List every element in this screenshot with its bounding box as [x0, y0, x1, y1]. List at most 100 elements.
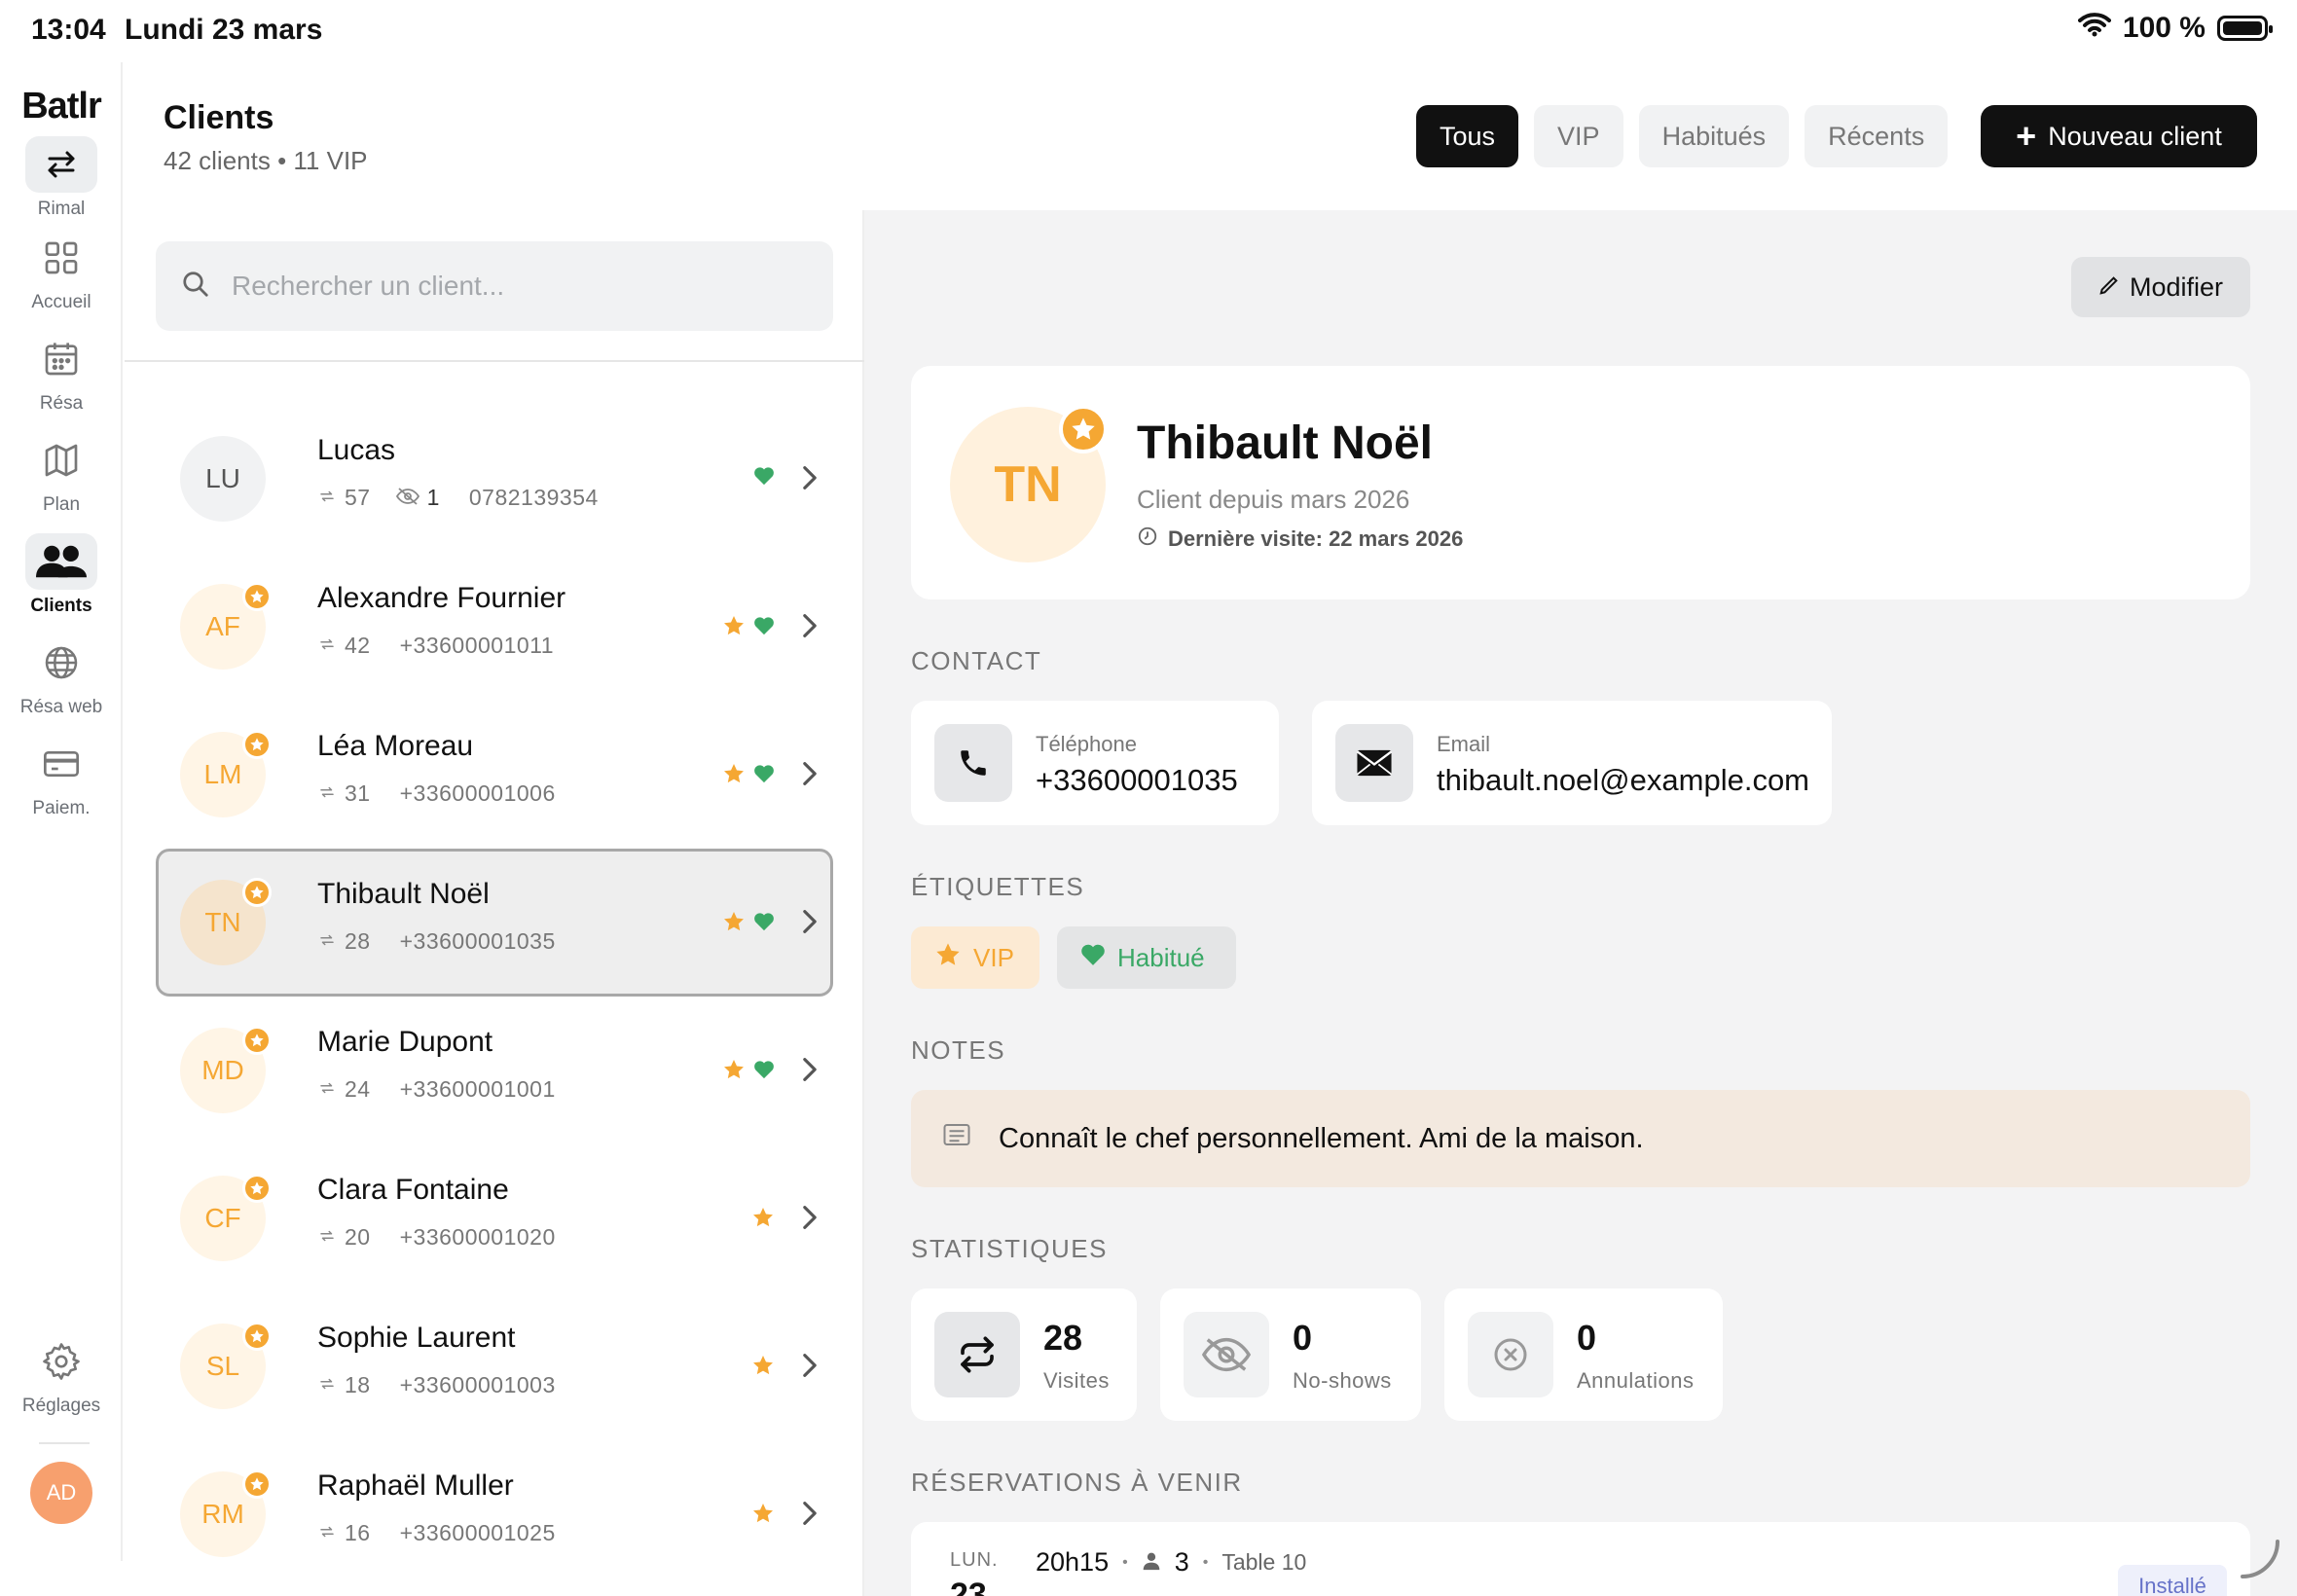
- search-icon: [181, 270, 210, 304]
- client-phone: +33600001025: [399, 1520, 556, 1545]
- profile-card: TN Thibault Noël Client depuis mars 2026…: [911, 366, 2250, 599]
- client-name: Clara Fontaine: [317, 1174, 509, 1206]
- note-icon: [942, 1122, 971, 1155]
- client-avatar: TN: [180, 878, 272, 965]
- client-row[interactable]: LM Léa Moreau 31 +33600001006: [156, 701, 833, 849]
- client-row[interactable]: AF Alexandre Fournier 42 +33600001011: [156, 553, 833, 701]
- email-value: thibault.noel@example.com: [1437, 763, 1810, 797]
- search-input[interactable]: [232, 271, 777, 302]
- sidebar-divider: [39, 1442, 90, 1444]
- vip-star-badge-icon: [242, 1174, 272, 1203]
- sidebar-item-label: Paiem.: [32, 798, 91, 818]
- phone-card[interactable]: Téléphone +33600001035: [911, 701, 1279, 825]
- new-client-button[interactable]: + Nouveau client: [1981, 105, 2257, 167]
- repeat-icon: [317, 1224, 337, 1251]
- clock-icon: [1137, 526, 1158, 553]
- star-icon: [722, 614, 746, 642]
- client-avatar: LU: [180, 436, 266, 522]
- client-avatar: CF: [180, 1174, 272, 1261]
- chevron-right-icon: [802, 1353, 818, 1383]
- reservation-card[interactable]: LUN. 23 20h15 • 3 • Table 10 Installé: [911, 1522, 2250, 1596]
- tag-habitue[interactable]: Habitué: [1057, 926, 1236, 989]
- client-phone: +33600001001: [399, 1076, 556, 1102]
- user-avatar[interactable]: AD: [30, 1462, 92, 1524]
- filter-vip[interactable]: VIP: [1534, 105, 1623, 167]
- heart-icon: [1080, 943, 1106, 973]
- heart-icon: [753, 616, 775, 640]
- sidebar-item-label: Rimal: [37, 199, 86, 219]
- vip-star-badge-icon: [242, 582, 272, 611]
- reservation-guests: 3: [1174, 1547, 1189, 1577]
- edit-button[interactable]: Modifier: [2071, 257, 2250, 317]
- filter-habitues[interactable]: Habitués: [1638, 105, 1790, 167]
- phone-value: +33600001035: [1036, 763, 1238, 797]
- vip-star-badge-icon: [242, 1469, 272, 1499]
- sidebar: Batlr Rimal Accueil Résa Plan Clients Ré…: [0, 62, 123, 1561]
- client-since: Client depuis mars 2026: [1137, 485, 1410, 514]
- gear-icon: [25, 1333, 97, 1390]
- last-visit: Dernière visite: 22 mars 2026: [1168, 526, 1464, 551]
- reservation-day: LUN.: [950, 1549, 999, 1571]
- new-client-label: Nouveau client: [2048, 121, 2222, 151]
- sidebar-item-clients[interactable]: Clients: [0, 533, 123, 617]
- client-row-selected[interactable]: TN Thibault Noël 28 +33600001035: [156, 849, 833, 997]
- client-avatar: RM: [180, 1469, 272, 1557]
- client-row[interactable]: SL Sophie Laurent 18 +33600001003: [156, 1292, 833, 1440]
- sidebar-item-resa-web[interactable]: Résa web: [0, 635, 123, 718]
- filter-tous[interactable]: Tous: [1416, 105, 1519, 167]
- reservation-status-badge: Installé: [2118, 1565, 2227, 1596]
- stat-value: 0: [1577, 1318, 1597, 1358]
- filter-tabs: Tous VIP Habitués Récents: [1416, 105, 1949, 167]
- sidebar-item-rimal[interactable]: Rimal: [0, 136, 123, 220]
- phone-icon: [934, 724, 1012, 802]
- email-label: Email: [1437, 732, 1491, 756]
- note-text: Connaît le chef personnellement. Ami de …: [999, 1122, 1644, 1154]
- plus-icon: +: [2016, 116, 2037, 156]
- sidebar-item-resa[interactable]: Résa: [0, 331, 123, 415]
- grid-icon: [25, 230, 97, 286]
- client-avatar: AF: [180, 582, 272, 670]
- list-divider: [125, 360, 864, 362]
- stat-value: 0: [1293, 1318, 1313, 1358]
- sidebar-item-plan[interactable]: Plan: [0, 432, 123, 516]
- stat-label: Visites: [1043, 1368, 1110, 1393]
- client-avatar-large: TN: [950, 405, 1108, 562]
- chevron-right-icon: [802, 1205, 818, 1235]
- client-row[interactable]: RM Raphaël Muller 16 +33600001025: [156, 1440, 833, 1588]
- eye-off-icon: [395, 485, 419, 511]
- client-list: LU Lucas 57 1 0782139354 AF Alexandre Fo…: [125, 405, 864, 1588]
- swap-arrows-icon: [25, 136, 97, 193]
- client-name: Léa Moreau: [317, 730, 474, 762]
- tag-vip[interactable]: VIP: [911, 926, 1039, 989]
- search-bar[interactable]: [156, 241, 833, 331]
- client-visits: 42: [345, 633, 371, 658]
- sidebar-item-paiem[interactable]: Paiem.: [0, 736, 123, 819]
- battery-icon: [2217, 16, 2273, 41]
- client-avatar: SL: [180, 1322, 272, 1409]
- email-card[interactable]: Email thibault.noel@example.com: [1312, 701, 1832, 825]
- client-phone: +33600001035: [399, 928, 556, 954]
- star-icon: [722, 910, 746, 938]
- star-icon: [722, 1058, 746, 1086]
- stat-label: Annulations: [1577, 1368, 1695, 1393]
- stat-visites: 28 Visites: [911, 1288, 1137, 1421]
- stat-annulations: 0 Annulations: [1444, 1288, 1723, 1421]
- client-phone: +33600001003: [399, 1372, 556, 1397]
- star-icon: [934, 941, 962, 975]
- envelope-icon: [1335, 724, 1413, 802]
- sidebar-item-accueil[interactable]: Accueil: [0, 230, 123, 313]
- chevron-right-icon: [802, 761, 818, 791]
- client-avatar: MD: [180, 1026, 272, 1113]
- sidebar-item-reglages[interactable]: Réglages: [0, 1333, 123, 1417]
- client-row[interactable]: LU Lucas 57 1 0782139354: [156, 405, 833, 553]
- section-title-tags: ÉTIQUETTES: [911, 872, 1085, 901]
- pencil-icon: [2098, 272, 2120, 303]
- client-row[interactable]: CF Clara Fontaine 20 +33600001020: [156, 1144, 833, 1292]
- chevron-right-icon: [802, 909, 818, 939]
- reservation-time: 20h15: [1036, 1547, 1110, 1577]
- filter-recents[interactable]: Récents: [1805, 105, 1949, 167]
- client-row[interactable]: MD Marie Dupont 24 +33600001001: [156, 997, 833, 1144]
- sidebar-item-label: Plan: [42, 494, 81, 515]
- page-header: Clients 42 clients • 11 VIP Tous VIP Hab…: [125, 62, 2297, 210]
- repeat-icon: [317, 1076, 337, 1103]
